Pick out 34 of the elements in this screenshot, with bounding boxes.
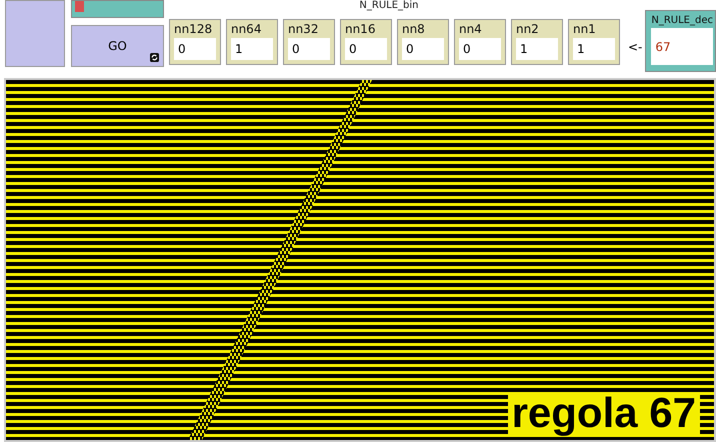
- input-widget[interactable]: nn16 0: [340, 19, 392, 65]
- arrow-text: <-: [628, 40, 642, 54]
- input-widget[interactable]: nn2 1: [510, 19, 563, 65]
- input-widget[interactable]: nn128 0: [168, 19, 221, 65]
- group-title: N_RULE_bin: [358, 0, 420, 13]
- input-field[interactable]: 0: [344, 38, 387, 60]
- repeat-icon: [150, 53, 159, 62]
- input-label: nn32: [288, 22, 320, 36]
- input-field[interactable]: 67: [651, 28, 713, 65]
- input-label: nn8: [402, 22, 426, 36]
- input-field[interactable]: 0: [174, 38, 216, 60]
- input-widget[interactable]: nn32 0: [282, 19, 335, 65]
- input-label: nn128: [174, 22, 214, 36]
- input-label: nn1: [572, 22, 597, 36]
- input-field[interactable]: 0: [458, 38, 501, 60]
- input-label: nn4: [458, 22, 483, 36]
- input-field[interactable]: 0: [402, 38, 444, 60]
- input-widget[interactable]: N_RULE_dec 67: [645, 10, 716, 72]
- input-widget[interactable]: nn64 1: [226, 19, 278, 65]
- input-field[interactable]: 0: [288, 38, 330, 60]
- input-label: nn16: [344, 22, 376, 36]
- go-button[interactable]: GO: [70, 25, 164, 67]
- input-label: nn64: [230, 22, 262, 36]
- input-field[interactable]: 1: [230, 38, 273, 60]
- input-widget[interactable]: nn1 1: [568, 19, 620, 65]
- input-label: N_RULE_dec: [651, 15, 713, 26]
- input-label: nn2: [516, 22, 540, 36]
- setup-button[interactable]: [5, 0, 65, 67]
- input-widget[interactable]: nn8 0: [396, 19, 449, 65]
- input-widget[interactable]: nn4 0: [454, 19, 506, 65]
- input-field[interactable]: 1: [516, 38, 558, 60]
- toggle-switch[interactable]: [70, 0, 164, 18]
- input-field[interactable]: 1: [572, 38, 615, 60]
- view-caption: regola 67: [508, 392, 700, 436]
